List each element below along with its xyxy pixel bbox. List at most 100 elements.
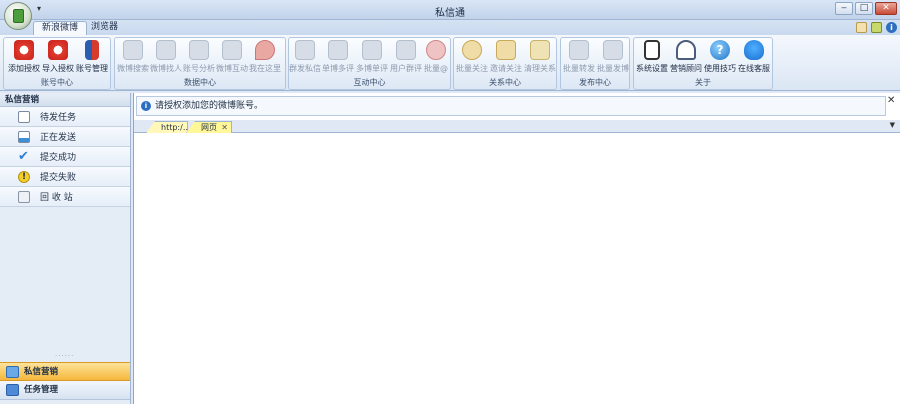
user-icon [396, 40, 416, 60]
settings-icon [644, 40, 660, 60]
weibo-import-icon [48, 40, 68, 60]
weibo-add-icon [14, 40, 34, 60]
import-auth-button[interactable]: 导入授权 [42, 40, 74, 74]
group-label: 关系中心 [489, 78, 521, 87]
sidebar-item-label: 提交成功 [40, 153, 77, 163]
broom-icon [530, 40, 550, 60]
i-am-here-button[interactable]: 我在这里 [249, 40, 281, 74]
at-sign-icon [426, 40, 446, 60]
group-label: 数据中心 [184, 78, 216, 87]
document-tab-strip: http:/... 网页 ✕ ▼ [134, 120, 900, 133]
recycle-bin-icon [18, 190, 30, 203]
group-data-center: 微博搜索 微博找人 账号分析 微博互动 我在这里 数据中心 [114, 37, 286, 90]
maximize-button[interactable]: □ [855, 2, 873, 15]
document-icon [362, 40, 382, 60]
sidebar-item-submit-success[interactable]: ✔ 提交成功 [0, 147, 130, 167]
follow-icon [462, 40, 482, 60]
multi-single-comment-button[interactable]: 多博单评 [356, 40, 388, 74]
account-manage-button[interactable]: 账号管理 [76, 40, 108, 74]
list-icon [18, 110, 30, 123]
main-content: i 请授权添加您的微博账号。 ✕ http:/... 网页 ✕ ▼ [133, 93, 900, 404]
info-bar: i 请授权添加您的微博账号。 [136, 96, 886, 116]
person-search-icon [156, 40, 176, 60]
group-account-center: 添加授权 导入授权 账号管理 账号中心 [3, 37, 111, 90]
sending-icon [18, 130, 30, 143]
ribbon: 添加授权 导入授权 账号管理 账号中心 微博搜索 微博找人 账号分析 微博互动 … [0, 35, 900, 91]
group-label: 发布中心 [579, 78, 611, 87]
title-bar: ▾ 私信通 ‒ □ ✕ [0, 0, 900, 20]
batch-mention-button[interactable]: 批量@ [424, 40, 448, 74]
invite-icon [496, 40, 516, 60]
weibo-interact-button[interactable]: 微博互动 [216, 40, 248, 74]
warning-icon: ! [18, 170, 30, 183]
usage-tips-button[interactable]: ? 使用技巧 [704, 40, 736, 74]
batch-follow-button[interactable]: 批量关注 [456, 40, 488, 74]
system-settings-button[interactable]: 系统设置 [636, 40, 668, 74]
nav-tab-task-manage[interactable]: 任务管理 [0, 381, 130, 400]
stethoscope-icon [676, 40, 696, 60]
tab-sina-weibo[interactable]: 新浪微博 [33, 21, 88, 35]
account-analysis-button[interactable]: 账号分析 [183, 40, 215, 74]
printer-icon [222, 40, 242, 60]
help-icon: ? [710, 40, 730, 60]
search-icon [123, 40, 143, 60]
mass-message-button[interactable]: 群发私信 [289, 40, 321, 74]
sidebar: 私信营销 待发任务 正在发送 ✔ 提交成功 ! 提交失败 回 收 站 ······ … [0, 93, 131, 404]
weibo-search-button[interactable]: 微博搜索 [117, 40, 149, 74]
splitter-grip[interactable]: ······ [55, 352, 74, 360]
account-book-icon [85, 40, 99, 60]
info-circle-icon: i [141, 101, 151, 111]
sidebar-item-label: 待发任务 [40, 113, 77, 123]
nav-tab-private-message[interactable]: 私信营销 [0, 362, 130, 381]
sidebar-item-label: 提交失败 [40, 173, 77, 183]
envelope-icon [6, 366, 19, 378]
close-button[interactable]: ✕ [875, 2, 897, 15]
checkmark-icon: ✔ [18, 148, 29, 164]
clean-relations-button[interactable]: 清理关系 [524, 40, 556, 74]
doc-tab-webpage[interactable]: 网页 ✕ [186, 121, 232, 133]
sidebar-item-sending[interactable]: 正在发送 [0, 127, 130, 147]
skin-icon[interactable] [856, 22, 867, 33]
online-support-button[interactable]: 在线客服 [738, 40, 770, 74]
group-label: 关于 [695, 78, 711, 87]
tab-list-dropdown-icon[interactable]: ▼ [890, 121, 895, 129]
sidebar-item-pending-tasks[interactable]: 待发任务 [0, 107, 130, 127]
task-icon [6, 384, 19, 396]
weibo-find-people-button[interactable]: 微博找人 [150, 40, 182, 74]
info-icon[interactable]: i [886, 22, 897, 33]
marketing-advisor-button[interactable]: 营销顾问 [670, 40, 702, 74]
info-message: 请授权添加您的微博账号。 [155, 101, 264, 111]
location-pin-icon [255, 40, 275, 60]
invite-follow-button[interactable]: 邀请关注 [490, 40, 522, 74]
close-infobar-icon[interactable]: ✕ [887, 95, 895, 106]
clipboard-icon [189, 40, 209, 60]
window-title: 私信通 [435, 8, 465, 19]
batch-post-button[interactable]: 批量发博 [597, 40, 629, 74]
repost-icon [569, 40, 589, 60]
sidebar-header: 私信营销 [0, 93, 130, 107]
comment-icon [328, 40, 348, 60]
add-auth-button[interactable]: 添加授权 [8, 40, 40, 74]
doc-tab-url[interactable]: http:/... [146, 121, 188, 133]
plugin-icon[interactable] [871, 22, 882, 33]
single-multi-comment-button[interactable]: 单博多评 [322, 40, 354, 74]
ribbon-tab-row: 新浪微博 浏览器 i [0, 20, 900, 35]
user-group-comment-button[interactable]: 用户群评 [390, 40, 422, 74]
group-relation-center: 批量关注 邀请关注 清理关系 关系中心 [453, 37, 557, 90]
group-label: 互动中心 [353, 78, 386, 87]
close-tab-icon[interactable]: ✕ [221, 122, 228, 133]
tab-browser[interactable]: 浏览器 [83, 21, 126, 35]
minimize-button[interactable]: ‒ [835, 2, 853, 15]
group-about: 系统设置 营销顾问 ? 使用技巧 在线客服 关于 [633, 37, 773, 90]
sidebar-item-recycle-bin[interactable]: 回 收 站 [0, 187, 130, 207]
sidebar-item-label: 回 收 站 [40, 193, 73, 203]
sidebar-item-submit-failed[interactable]: ! 提交失败 [0, 167, 130, 187]
group-interaction-center: 群发私信 单博多评 多博单评 用户群评 批量@ 互动中心 [288, 37, 451, 90]
group-label: 账号中心 [41, 78, 73, 87]
group-publish-center: 批量转发 批量发博 发布中心 [560, 37, 630, 90]
app-logo-icon [13, 9, 24, 23]
app-menu-button[interactable] [4, 2, 32, 30]
edit-post-icon [603, 40, 623, 60]
qq-penguin-icon [744, 40, 764, 60]
batch-repost-button[interactable]: 批量转发 [563, 40, 595, 74]
